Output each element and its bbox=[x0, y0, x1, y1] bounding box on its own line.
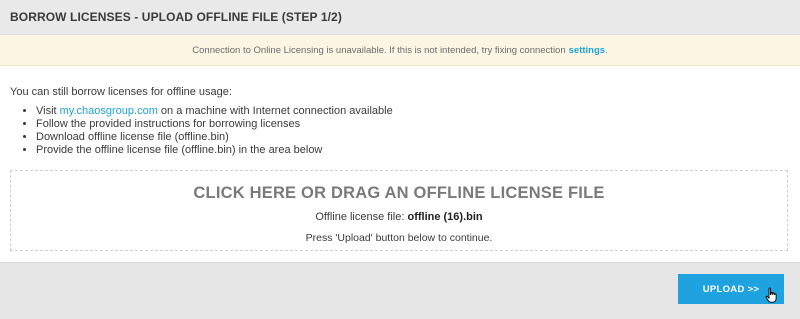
file-name: offline (16).bin bbox=[407, 211, 483, 223]
step1-prefix: Visit bbox=[36, 105, 60, 117]
dialog-footer: UPLOAD >> bbox=[0, 262, 800, 319]
notice-suffix: . bbox=[605, 44, 608, 56]
list-item: Download offline license file (offline.b… bbox=[36, 131, 790, 144]
dropzone-hint: Press 'Upload' button below to continue. bbox=[305, 232, 493, 244]
list-item: Provide the offline license file (offlin… bbox=[36, 144, 790, 157]
list-item: Follow the provided instructions for bor… bbox=[36, 118, 790, 131]
page-title: BORROW LICENSES - UPLOAD OFFLINE FILE (S… bbox=[10, 10, 342, 24]
file-dropzone[interactable]: CLICK HERE OR DRAG AN OFFLINE LICENSE FI… bbox=[10, 170, 788, 251]
instructions: You can still borrow licenses for offlin… bbox=[10, 86, 790, 157]
dialog-header: BORROW LICENSES - UPLOAD OFFLINE FILE (S… bbox=[0, 0, 800, 35]
intro-text: You can still borrow licenses for offlin… bbox=[10, 86, 232, 98]
hand-pointer-icon bbox=[765, 287, 777, 303]
step1-suffix: on a machine with Internet connection av… bbox=[157, 105, 393, 117]
selected-file: Offline license file: offline (16).bin bbox=[315, 211, 482, 223]
list-item: Visit my.chaosgroup.com on a machine wit… bbox=[36, 105, 790, 118]
file-label: Offline license file: bbox=[315, 211, 408, 223]
dropzone-title: CLICK HERE OR DRAG AN OFFLINE LICENSE FI… bbox=[193, 184, 605, 202]
connection-notice: Connection to Online Licensing is unavai… bbox=[0, 35, 800, 66]
notice-text: Connection to Online Licensing is unavai… bbox=[192, 44, 566, 56]
settings-link[interactable]: settings bbox=[569, 45, 605, 56]
chaosgroup-link[interactable]: my.chaosgroup.com bbox=[60, 105, 158, 117]
steps-list: Visit my.chaosgroup.com on a machine wit… bbox=[10, 105, 790, 157]
